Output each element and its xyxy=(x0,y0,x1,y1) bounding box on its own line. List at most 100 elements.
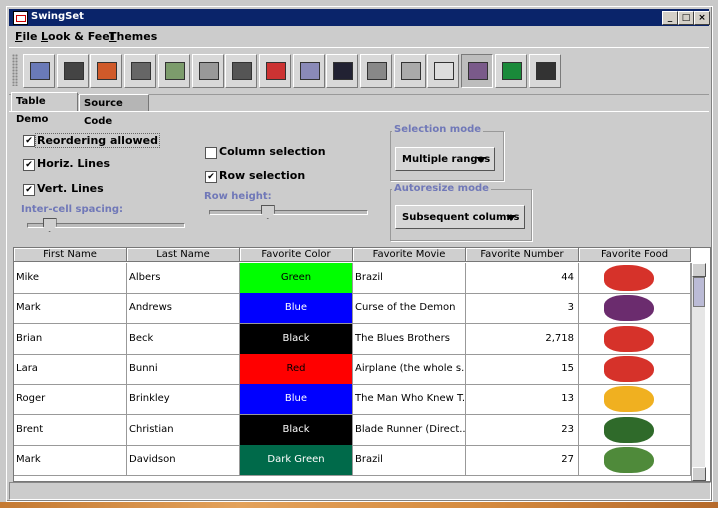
toolbar-button-radio-checkbox[interactable] xyxy=(56,54,89,88)
menu-look-and-feel[interactable]: Look & Feel xyxy=(41,30,113,43)
toolbar-button-internal-frame[interactable] xyxy=(23,54,55,88)
vert-lines-checkbox[interactable]: ✔ xyxy=(23,184,35,196)
cell-movie[interactable]: The Man Who Knew T... xyxy=(353,384,466,416)
reordering-checkbox[interactable]: ✔ xyxy=(23,135,35,147)
table-row[interactable]: Mike Albers Green Brazil 44 xyxy=(14,263,691,294)
cell-last[interactable]: Beck xyxy=(127,323,240,355)
toolbar-button-progress-bar[interactable] xyxy=(292,54,325,88)
column-header[interactable]: Favorite Food xyxy=(579,248,691,262)
cell-movie[interactable]: Brazil xyxy=(353,444,466,476)
horiz-lines-label[interactable]: Horiz. Lines xyxy=(37,157,110,170)
cell-food[interactable] xyxy=(579,263,691,294)
cell-first[interactable]: Lara xyxy=(14,353,127,385)
toolbar-button-file-chooser[interactable] xyxy=(157,54,190,88)
toolbar-button-option-pane[interactable] xyxy=(258,54,291,88)
reordering-label[interactable]: Reordering allowed xyxy=(35,133,160,148)
cell-food[interactable] xyxy=(579,384,691,416)
table-row[interactable]: Lara Bunni Red Airplane (the whole s... 15 xyxy=(14,353,691,385)
autoresize-mode-combo[interactable]: Subsequent columns xyxy=(395,205,525,229)
cell-movie[interactable]: Blade Runner (Direct... xyxy=(353,414,466,446)
scroll-thumb[interactable] xyxy=(693,277,705,307)
cell-first[interactable]: Mike xyxy=(14,263,127,294)
cell-movie[interactable]: Airplane (the whole s... xyxy=(353,353,466,385)
cell-food[interactable] xyxy=(579,353,691,385)
cell-last[interactable]: Davidson xyxy=(127,444,240,476)
toolbar-grip[interactable] xyxy=(12,54,18,86)
tab-table-demo[interactable]: Table Demo xyxy=(11,92,78,125)
table-row[interactable]: Brian Beck Black The Blues Brothers 2,718 xyxy=(14,323,691,355)
cell-color[interactable]: Red xyxy=(240,353,353,385)
toolbar-button-table[interactable] xyxy=(461,54,494,88)
cell-food[interactable] xyxy=(579,444,691,476)
cell-first[interactable]: Brent xyxy=(14,414,127,446)
column-header[interactable]: Favorite Number xyxy=(466,248,579,262)
cell-last[interactable]: Andrews xyxy=(127,293,240,325)
scroll-up-button[interactable] xyxy=(692,263,706,277)
column-header[interactable]: Favorite Movie xyxy=(353,248,466,262)
cell-first[interactable]: Roger xyxy=(14,384,127,416)
toolbar-button-tree[interactable] xyxy=(528,54,561,88)
toolbar-button-combo-box[interactable] xyxy=(124,54,157,88)
cell-number[interactable]: 15 xyxy=(466,353,579,385)
column-selection-label[interactable]: Column selection xyxy=(219,145,326,158)
horiz-lines-checkbox[interactable]: ✔ xyxy=(23,159,35,171)
cell-movie[interactable]: The Blues Brothers xyxy=(353,323,466,355)
row-height-track[interactable] xyxy=(209,210,368,215)
cell-color[interactable]: Black xyxy=(240,323,353,355)
cell-first[interactable]: Mark xyxy=(14,444,127,476)
cell-color[interactable]: Blue xyxy=(240,384,353,416)
toolbar-button-tabbed-pane[interactable] xyxy=(427,54,460,88)
table-vertical-scrollbar[interactable] xyxy=(691,263,706,481)
cell-food[interactable] xyxy=(579,414,691,446)
cell-food[interactable] xyxy=(579,293,691,325)
toolbar-button-scroll-pane[interactable] xyxy=(326,54,359,88)
cell-color[interactable]: Green xyxy=(240,263,353,294)
column-header[interactable]: Favorite Color xyxy=(240,248,353,262)
title-bar[interactable]: SwingSet _ □ × xyxy=(9,9,710,26)
cell-first[interactable]: Brian xyxy=(14,323,127,355)
row-selection-checkbox[interactable]: ✔ xyxy=(205,171,217,183)
cell-movie[interactable]: Brazil xyxy=(353,263,466,294)
menu-themes[interactable]: Themes xyxy=(109,30,157,43)
row-selection-label[interactable]: Row selection xyxy=(219,169,305,182)
cell-color[interactable]: Blue xyxy=(240,293,353,325)
toolbar-button-slider[interactable] xyxy=(360,54,392,88)
selection-mode-combo[interactable]: Multiple ranges xyxy=(395,147,495,171)
scroll-down-button[interactable] xyxy=(692,467,706,481)
progress-bar-icon xyxy=(299,62,320,80)
minimize-button[interactable]: _ xyxy=(662,11,678,25)
column-header[interactable]: First Name xyxy=(14,248,127,262)
toolbar-button-split-pane[interactable] xyxy=(393,54,426,88)
cell-last[interactable]: Christian xyxy=(127,414,240,446)
cell-movie[interactable]: Curse of the Demon xyxy=(353,293,466,325)
cell-first[interactable]: Mark xyxy=(14,293,127,325)
cell-last[interactable]: Albers xyxy=(127,263,240,294)
cell-last[interactable]: Bunni xyxy=(127,353,240,385)
cell-color[interactable]: Dark Green xyxy=(240,444,353,476)
selection-mode-title: Selection mode xyxy=(392,124,484,135)
cell-number[interactable]: 23 xyxy=(466,414,579,446)
cell-number[interactable]: 44 xyxy=(466,263,579,294)
column-selection-checkbox[interactable] xyxy=(205,147,217,159)
tab-source-code[interactable]: Source Code xyxy=(79,94,149,127)
toolbar-button-editor-pane[interactable] xyxy=(191,54,224,88)
cell-food[interactable] xyxy=(579,323,691,355)
toolbar-button-color-chooser[interactable] xyxy=(90,54,123,88)
toolbar-button-tooltip[interactable] xyxy=(494,54,527,88)
column-header[interactable]: Last Name xyxy=(127,248,240,262)
table-row[interactable]: Mark Andrews Blue Curse of the Demon 3 xyxy=(14,293,691,325)
menu-file[interactable]: File xyxy=(15,30,38,43)
cell-number[interactable]: 13 xyxy=(466,384,579,416)
cell-number[interactable]: 2,718 xyxy=(466,323,579,355)
vert-lines-label[interactable]: Vert. Lines xyxy=(37,182,104,195)
cell-number[interactable]: 27 xyxy=(466,444,579,476)
maximize-button[interactable]: □ xyxy=(678,11,694,25)
cell-number[interactable]: 3 xyxy=(466,293,579,325)
table-row[interactable]: Mark Davidson Dark Green Brazil 27 xyxy=(14,444,691,476)
close-button[interactable]: × xyxy=(694,11,710,25)
toolbar-button-list[interactable] xyxy=(225,54,258,88)
cell-last[interactable]: Brinkley xyxy=(127,384,240,416)
table-row[interactable]: Brent Christian Black Blade Runner (Direct.… xyxy=(14,414,691,446)
table-row[interactable]: Roger Brinkley Blue The Man Who Knew T... 13 xyxy=(14,384,691,416)
cell-color[interactable]: Black xyxy=(240,414,353,446)
